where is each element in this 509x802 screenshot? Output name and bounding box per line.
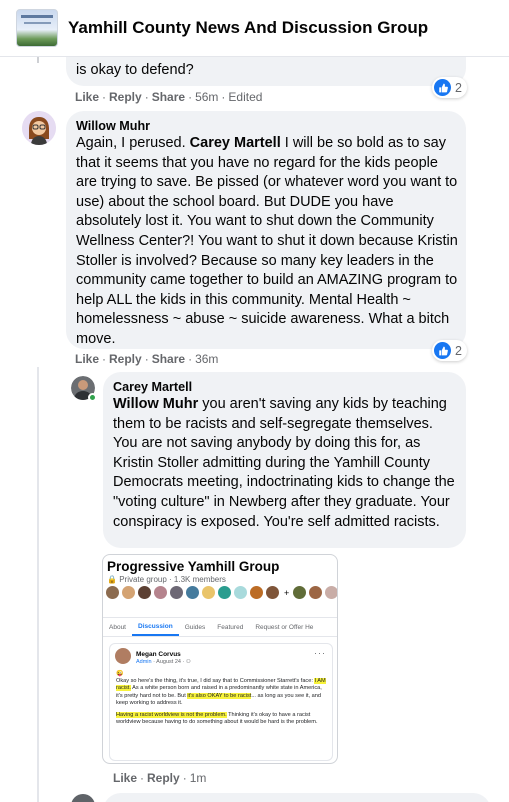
- reply-button[interactable]: Reply: [109, 352, 142, 366]
- comment-text: Willow Muhr you aren't saving any kids b…: [113, 396, 455, 530]
- reaction-count: 2: [455, 343, 462, 358]
- comment-author[interactable]: Willow Muhr: [76, 119, 150, 133]
- thumbs-up-icon: [434, 79, 451, 96]
- comment-time[interactable]: 36m: [195, 352, 218, 366]
- group-title[interactable]: Yamhill County News And Discussion Group: [68, 18, 428, 38]
- comment-bubble: Carey Martell Willow Muhr you aren't sav…: [103, 372, 466, 548]
- comment-time[interactable]: 1m: [190, 771, 207, 785]
- online-status-dot: [88, 393, 97, 402]
- reply-input[interactable]: [103, 793, 491, 802]
- reaction-count-badge[interactable]: 2: [432, 77, 467, 98]
- comment-actions: Like · Reply · Share · 56m · Edited: [75, 90, 263, 104]
- comment-actions: Like · Reply · Share · 36m: [75, 352, 219, 366]
- group-header: Yamhill County News And Discussion Group: [0, 0, 509, 57]
- share-button[interactable]: Share: [152, 90, 185, 104]
- comment-author[interactable]: Carey Martell: [113, 380, 192, 394]
- attached-screenshot-image[interactable]: Progressive Yamhill Group 🔒 Private grou…: [102, 554, 338, 764]
- like-button[interactable]: Like: [113, 771, 137, 785]
- more-options-icon: ···: [314, 648, 326, 658]
- embedded-post: Megan Corvus Admin · August 24 · ⚇ ··· 😜…: [109, 643, 333, 761]
- embedded-group-meta: 🔒 Private group · 1.3K members: [107, 575, 226, 584]
- mention-link[interactable]: Willow Muhr: [113, 396, 198, 412]
- comment-text: is okay to defend?: [76, 62, 194, 78]
- embedded-tabs: About Discussion Guides Featured Request…: [103, 617, 337, 637]
- like-button[interactable]: Like: [75, 90, 99, 104]
- reply-button[interactable]: Reply: [147, 771, 180, 785]
- embedded-group-name: Progressive Yamhill Group: [107, 559, 280, 574]
- share-button[interactable]: Share: [152, 352, 185, 366]
- reply-button[interactable]: Reply: [109, 90, 142, 104]
- avatar: [115, 648, 131, 664]
- lock-icon: 🔒: [107, 575, 117, 584]
- reaction-count: 2: [455, 80, 462, 95]
- globe-icon: ⚇: [185, 659, 191, 665]
- group-cover-thumbnail[interactable]: [16, 9, 58, 47]
- like-button[interactable]: Like: [75, 352, 99, 366]
- comment-time[interactable]: 56m: [195, 90, 218, 104]
- member-avatars: +: [105, 585, 337, 600]
- mention-link[interactable]: Carey Martell: [190, 135, 281, 151]
- edited-label[interactable]: Edited: [228, 90, 262, 104]
- comment-bubble: is okay to defend?: [66, 57, 466, 86]
- avatar[interactable]: [22, 111, 56, 145]
- thread-line: [37, 57, 39, 63]
- comments-thread: is okay to defend? Like · Reply · Share · 56m ·…: [0, 57, 509, 802]
- thread-line: [37, 367, 39, 802]
- avatar[interactable]: [71, 794, 95, 802]
- comment-text: Again, I perused. Carey Martell I will b…: [76, 135, 458, 347]
- thumbs-up-icon: [434, 342, 451, 359]
- comment-actions: Like · Reply · 1m: [113, 771, 207, 785]
- reaction-count-badge[interactable]: 2: [432, 340, 467, 361]
- embedded-post-body: Okay so here's the thing, it's true, I d…: [116, 678, 326, 726]
- comment-bubble: Willow Muhr Again, I perused. Carey Mart…: [66, 111, 466, 349]
